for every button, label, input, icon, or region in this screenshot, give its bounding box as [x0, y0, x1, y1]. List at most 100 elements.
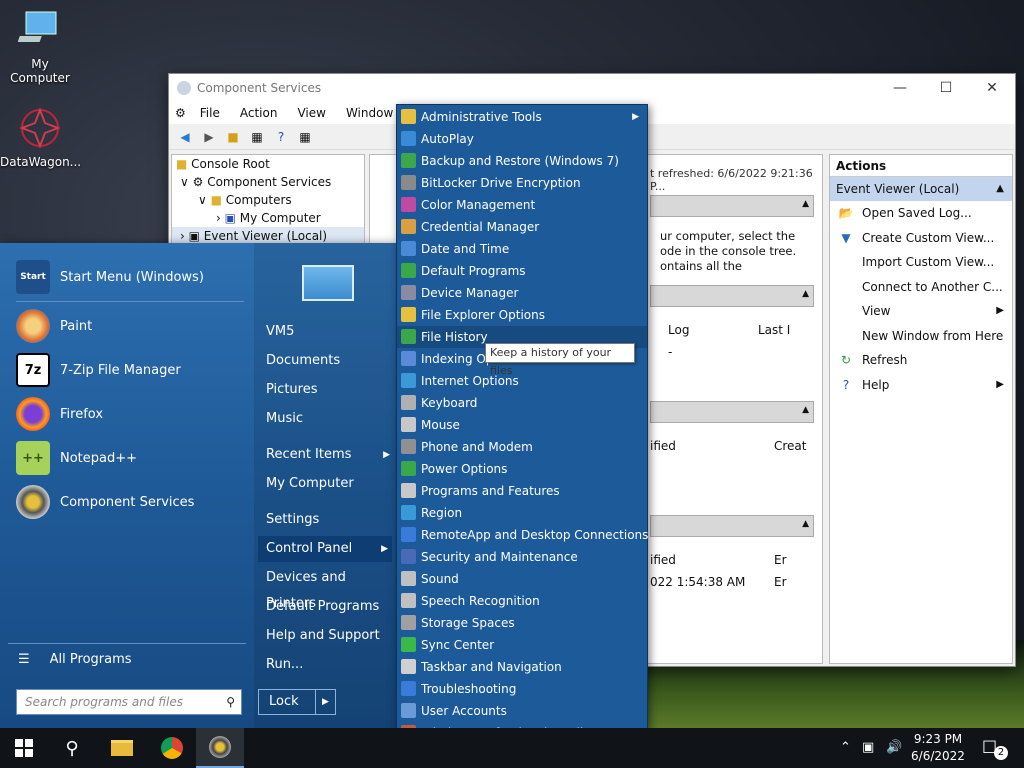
cp-item-speech-recognition[interactable]: Speech Recognition — [397, 590, 647, 612]
notification-count: 2 — [994, 746, 1008, 760]
action-view[interactable]: View ▶ — [830, 299, 1012, 324]
tree-item-component-services[interactable]: ∨ ⚙ Component Services — [172, 173, 364, 191]
recent-header[interactable]: ▲ — [650, 401, 814, 423]
desktop-icon-label: DataWagon... — [0, 155, 82, 169]
menu-view[interactable]: View — [287, 106, 335, 120]
pinned-start-menu-windows[interactable]: Start Start Menu (Windows) — [16, 257, 204, 297]
cp-item-file-explorer-options[interactable]: File Explorer Options — [397, 304, 647, 326]
cp-item-bitlocker-drive-encryption[interactable]: BitLocker Drive Encryption — [397, 172, 647, 194]
cp-item-sound[interactable]: Sound — [397, 568, 647, 590]
cp-item-internet-options[interactable]: Internet Options — [397, 370, 647, 392]
start-link-run[interactable]: Run... — [266, 652, 394, 678]
start-link-settings[interactable]: Settings — [266, 507, 394, 533]
start-link-control-panel[interactable]: Control Panel ▶ — [258, 536, 392, 562]
pinned-7zip[interactable]: 7z 7-Zip File Manager — [16, 350, 181, 390]
summary-header[interactable]: ▲ — [650, 285, 814, 307]
pinned-firefox[interactable]: Firefox — [16, 394, 103, 434]
cp-item-default-programs[interactable]: Default Programs — [397, 260, 647, 282]
search-input[interactable]: Search programs and files ⚲ — [16, 689, 242, 715]
volume-icon[interactable]: 🔊 — [886, 740, 902, 755]
cp-item-icon — [401, 417, 416, 432]
close-button[interactable]: ✕ — [969, 74, 1015, 102]
window-titlebar[interactable]: Component Services — ☐ ✕ — [169, 74, 1015, 102]
menu-action[interactable]: Action — [230, 106, 288, 120]
action-help[interactable]: ? Help ▶ — [830, 373, 1012, 398]
cp-item-sync-center[interactable]: Sync Center — [397, 634, 647, 656]
back-icon[interactable]: ◀ — [175, 128, 195, 146]
desktop-icon-my-computer[interactable]: My Computer — [0, 8, 80, 85]
start-link-music[interactable]: Music — [266, 406, 394, 432]
start-link-pictures[interactable]: Pictures — [266, 377, 394, 403]
start-link-vm5[interactable]: VM5 — [266, 319, 394, 345]
up-folder-icon[interactable]: ■ — [223, 128, 243, 146]
action-import-custom-view[interactable]: Import Custom View... — [830, 250, 1012, 275]
column-modified-2: ified — [650, 553, 676, 567]
show-hidden-icons[interactable]: ⌃ — [840, 740, 851, 755]
taskbar-file-explorer[interactable] — [98, 728, 146, 768]
taskbar-component-services[interactable] — [196, 728, 244, 768]
start-link-recent-items[interactable]: Recent Items ▶ — [266, 442, 394, 468]
tree-item-computers[interactable]: ∨ ■ Computers — [172, 191, 364, 209]
cp-item-administrative-tools[interactable]: Administrative Tools ▶ — [397, 106, 647, 128]
desktop-icon-datawagon[interactable]: DataWagon... — [0, 106, 82, 169]
forward-icon[interactable]: ▶ — [199, 128, 219, 146]
pinned-paint[interactable]: Paint — [16, 306, 92, 346]
all-programs-button[interactable]: ☰ All Programs — [18, 649, 132, 671]
menu-window[interactable]: Window — [336, 106, 403, 120]
start-link-help-and-support[interactable]: Help and Support — [266, 623, 394, 649]
cp-item-troubleshooting[interactable]: Troubleshooting — [397, 678, 647, 700]
actions-section-event-viewer[interactable]: Event Viewer (Local) ▲ — [830, 177, 1012, 201]
cp-item-autoplay[interactable]: AutoPlay — [397, 128, 647, 150]
action-refresh[interactable]: ↻ Refresh — [830, 348, 1012, 373]
cp-item-region[interactable]: Region — [397, 502, 647, 524]
cp-item-credential-manager[interactable]: Credential Manager — [397, 216, 647, 238]
cp-item-phone-and-modem[interactable]: Phone and Modem — [397, 436, 647, 458]
help-icon[interactable]: ? — [271, 128, 291, 146]
cp-item-mouse[interactable]: Mouse — [397, 414, 647, 436]
action-create-custom-view[interactable]: ▼ Create Custom View... — [830, 226, 1012, 251]
cp-item-storage-spaces[interactable]: Storage Spaces — [397, 612, 647, 634]
notification-center-button[interactable]: □ 2 — [982, 736, 1008, 760]
show-action-pane-icon[interactable]: ▦ — [295, 128, 315, 146]
log-summary-header[interactable]: ▲ — [650, 515, 814, 537]
action-open-saved-log[interactable]: 📂 Open Saved Log... — [830, 201, 1012, 226]
cp-item-device-manager[interactable]: Device Manager — [397, 282, 647, 304]
search-button[interactable]: ⚲ — [48, 728, 96, 768]
cell-er: Er — [774, 575, 787, 589]
action-connect-to-another-c[interactable]: Connect to Another C... — [830, 275, 1012, 300]
cp-item-security-and-maintenance[interactable]: Security and Maintenance — [397, 546, 647, 568]
taskbar-chrome[interactable] — [148, 728, 196, 768]
cp-item-icon — [401, 153, 416, 168]
pinned-component-services[interactable]: Component Services — [16, 482, 194, 522]
action-new-window-from-here[interactable]: New Window from Here — [830, 324, 1012, 349]
clock[interactable]: 9:23 PM 6/6/2022 — [908, 731, 968, 765]
cp-item-date-and-time[interactable]: Date and Time — [397, 238, 647, 260]
show-hide-tree-icon[interactable]: ▦ — [247, 128, 267, 146]
tree-item-my-computer[interactable]: › ▣ My Computer — [172, 209, 364, 227]
minimize-button[interactable]: — — [877, 74, 923, 102]
component-services-icon — [16, 485, 50, 519]
menu-file[interactable]: File — [190, 106, 230, 120]
user-picture[interactable] — [302, 265, 354, 301]
cp-item-remoteapp-and-desktop-connections[interactable]: RemoteApp and Desktop Connections — [397, 524, 648, 546]
network-icon[interactable]: ▣ — [862, 740, 874, 755]
overview-header[interactable]: ▲ — [650, 195, 814, 217]
lock-button[interactable]: Lock ▶ — [258, 689, 336, 715]
cp-item-backup-and-restore-windows-7[interactable]: Backup and Restore (Windows 7) — [397, 150, 647, 172]
start-button[interactable] — [0, 728, 48, 768]
lock-options-arrow-icon[interactable]: ▶ — [315, 690, 335, 714]
start-link-my-computer[interactable]: My Computer — [266, 471, 394, 497]
cp-item-taskbar-and-navigation[interactable]: Taskbar and Navigation — [397, 656, 647, 678]
cp-item-icon — [401, 197, 416, 212]
cp-item-power-options[interactable]: Power Options — [397, 458, 647, 480]
maximize-button[interactable]: ☐ — [923, 74, 969, 102]
start-link-default-programs[interactable]: Default Programs — [266, 594, 394, 620]
cp-item-user-accounts[interactable]: User Accounts — [397, 700, 647, 722]
cp-item-programs-and-features[interactable]: Programs and Features — [397, 480, 647, 502]
pinned-notepad-plus-plus[interactable]: ++ Notepad++ — [16, 438, 137, 478]
tree-item-console-root[interactable]: ■ Console Root — [172, 155, 364, 173]
start-link-devices-and-printers[interactable]: Devices and Printers — [266, 565, 394, 611]
start-link-documents[interactable]: Documents — [266, 348, 394, 374]
cp-item-color-management[interactable]: Color Management — [397, 194, 647, 216]
cp-item-keyboard[interactable]: Keyboard — [397, 392, 647, 414]
